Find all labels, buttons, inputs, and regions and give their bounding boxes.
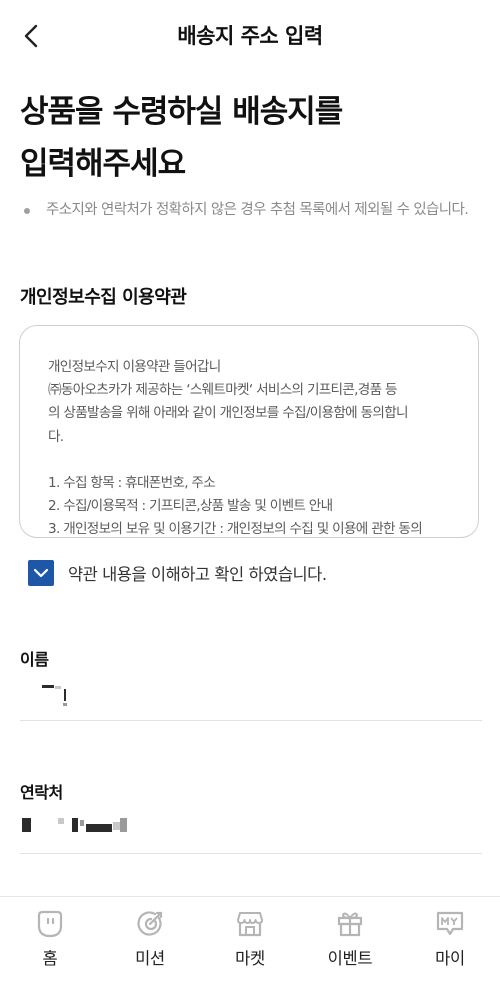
tab-mission-label: 미션 (135, 949, 165, 968)
terms-scroll-box[interactable]: 개인정보수지 이용약관 들어갑니 ㈜동아오츠카가 제공하는 ‘스웨트마켓‘ 서비… (19, 325, 479, 538)
phone-underline (20, 853, 482, 854)
notice: 주소지와 연락처가 정확하지 않은 경우 추첨 목록에서 제외될 수 있습니다. (22, 198, 482, 222)
name-underline (20, 720, 482, 721)
terms-line: 의 상품발송을 위해 아래와 같이 개인정보를 수집/이용함에 동의합니 (48, 405, 409, 422)
name-label: 이름 (20, 650, 49, 669)
tab-home-label: 홈 (42, 949, 58, 968)
my-badge-icon (436, 911, 464, 936)
headline: 상품을 수령하실 배송지를 입력해주세요 (20, 86, 480, 190)
tab-event-label: 이벤트 (327, 949, 373, 968)
redacted-block (72, 818, 78, 832)
check-icon (33, 568, 49, 578)
tab-my-label: 마이 (435, 949, 465, 968)
redacted-block (120, 818, 127, 832)
terms-line: 다. (48, 428, 64, 445)
redacted-block (63, 703, 67, 706)
header: 배송지 주소 입력 (0, 0, 500, 70)
tab-home[interactable]: 홈 (0, 897, 100, 982)
phone-input[interactable] (20, 810, 480, 850)
terms-line: 1. 수집 항목 : 휴대폰번호, 주소 (48, 474, 216, 491)
redacted-block (55, 686, 61, 689)
terms-content: 개인정보수지 이용약관 들어갑니 ㈜동아오츠카가 제공하는 ‘스웨트마켓‘ 서비… (48, 356, 453, 538)
tab-mission[interactable]: 미션 (100, 897, 200, 982)
redacted-block (22, 818, 31, 832)
tab-market-label: 마켓 (235, 949, 265, 968)
terms-line: 개인정보수지 이용약관 들어갑니 (48, 359, 221, 375)
notice-text: 주소지와 연락처가 정확하지 않은 경우 추첨 목록에서 제외될 수 있습니다. (46, 202, 469, 218)
redacted-block (42, 685, 54, 688)
terms-line: ㈜동아오츠카가 제공하는 ‘스웨트마켓‘ 서비스의 기프티콘,경품 등 (48, 382, 398, 399)
redacted-block (86, 824, 112, 832)
terms-line: 2. 수집/이용목적 : 기프티콘,상품 발송 및 이벤트 안내 (48, 498, 333, 515)
mission-target-icon (137, 911, 163, 936)
agree-checkbox[interactable] (28, 560, 54, 586)
terms-line: 3. 개인정보의 보유 및 이용기간 : 개인정보의 수집 및 이용에 관한 동… (48, 521, 423, 538)
market-store-icon (237, 912, 263, 937)
home-face-icon (37, 910, 63, 938)
tab-my[interactable]: 마이 (400, 897, 500, 982)
tab-market[interactable]: 마켓 (200, 897, 300, 982)
bullet-dot (24, 208, 30, 214)
bottom-tab-bar: 홈 미션 마켓 이벤트 마이 (0, 896, 500, 982)
event-gift-icon (337, 912, 363, 937)
terms-title: 개인정보수집 이용약관 (20, 287, 187, 308)
redacted-block (58, 818, 64, 824)
headline-line-1: 상품을 수령하실 배송지를 (20, 94, 343, 130)
agree-label: 약관 내용을 이해하고 확인 하였습니다. (68, 565, 327, 584)
name-input[interactable] (20, 676, 480, 716)
phone-label: 연락처 (20, 783, 63, 802)
tab-event[interactable]: 이벤트 (300, 897, 400, 982)
page-title: 배송지 주소 입력 (177, 24, 323, 48)
redacted-block (64, 689, 66, 701)
agree-row[interactable]: 약관 내용을 이해하고 확인 하였습니다. (28, 559, 327, 587)
headline-line-2: 입력해주세요 (20, 146, 186, 182)
redacted-block (80, 820, 84, 826)
terms-line-gap (48, 449, 453, 472)
